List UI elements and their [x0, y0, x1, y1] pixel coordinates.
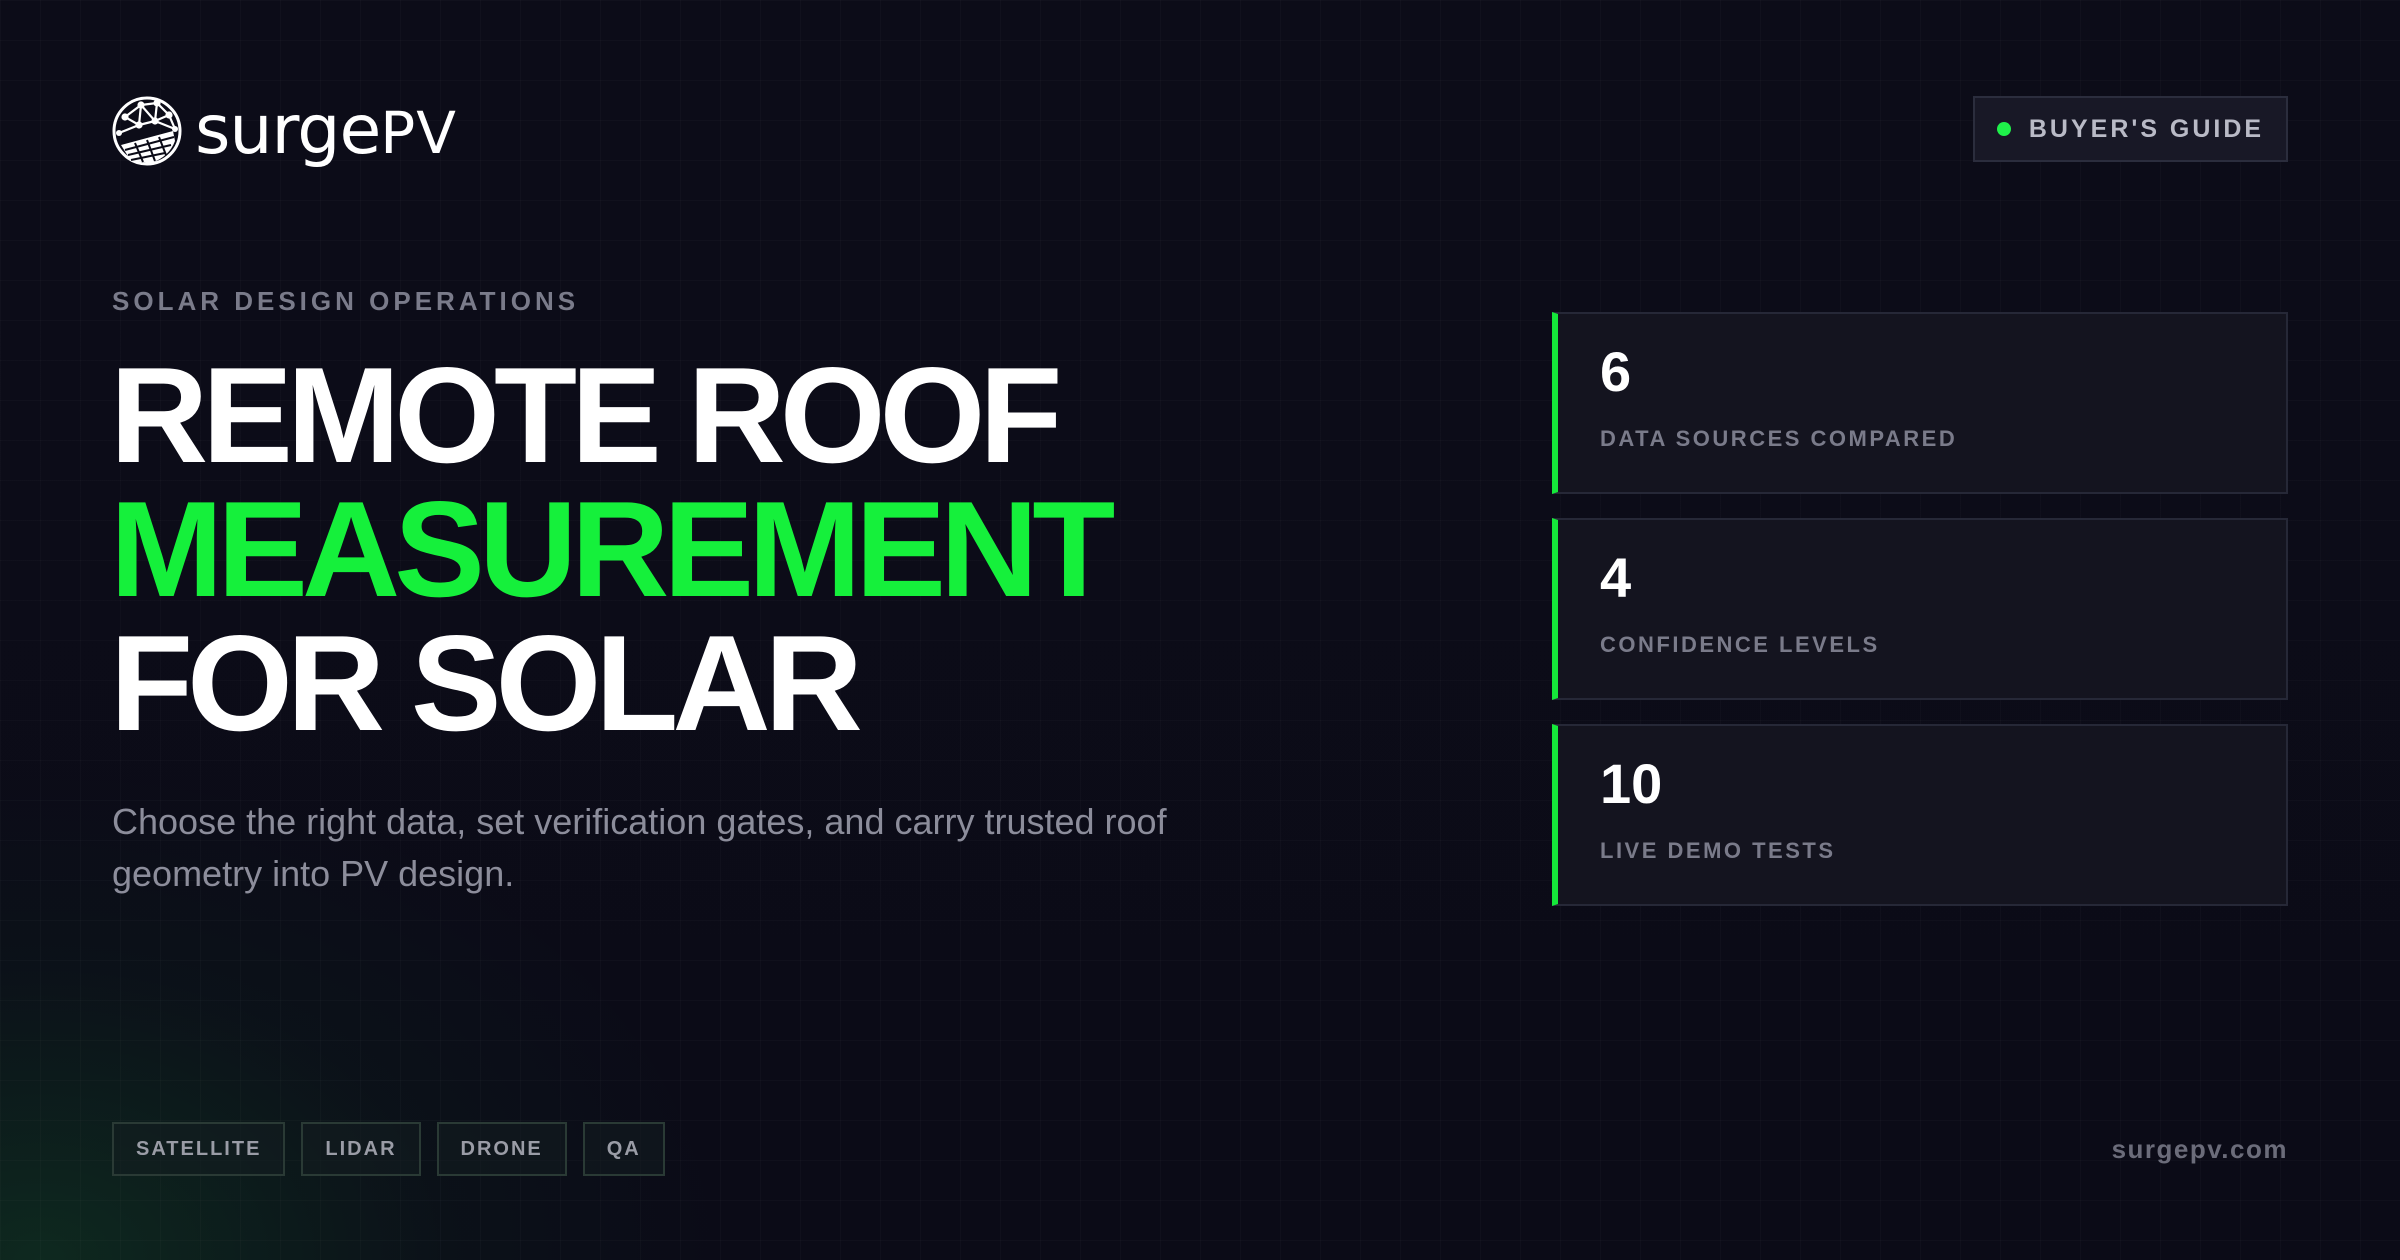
eyebrow-label: SOLAR DESIGN OPERATIONS [112, 286, 580, 316]
brand-name-suffix: PV [380, 99, 457, 167]
tag-lidar: LIDAR [301, 1122, 421, 1176]
buyers-guide-badge: BUYER'S GUIDE [1973, 96, 2288, 162]
subtitle: Choose the right data, set verification … [112, 801, 1167, 894]
stat-card-demo-tests: 10 LIVE DEMO TESTS [1552, 724, 2288, 906]
status-dot-icon [1996, 122, 2011, 136]
tag-drone: DRONE [436, 1122, 567, 1176]
stat-card-confidence-levels: 4 CONFIDENCE LEVELS [1552, 518, 2288, 700]
brand-wordmark: surgePV [195, 97, 457, 165]
page-title: REMOTE ROOF MEASUREMENT FOR SOLAR [110, 339, 1115, 759]
brand-name-prefix: surge [195, 91, 381, 170]
brand-logo[interactable]: surgePV [111, 95, 457, 167]
title-line-2-accent: MEASUREMENT [110, 473, 1115, 625]
stat-value: 4 [1600, 546, 1632, 609]
stat-label: DATA SOURCES COMPARED [1600, 426, 1958, 451]
stat-label: LIVE DEMO TESTS [1600, 838, 1836, 863]
stat-value: 10 [1600, 752, 1663, 815]
site-url[interactable]: surgepv.com [2112, 1134, 2288, 1165]
globe-solar-panel-icon [112, 96, 182, 166]
stats-panel: 6 DATA SOURCES COMPARED 4 CONFIDENCE LEV… [1552, 312, 2288, 930]
badge-label: BUYER'S GUIDE [2028, 114, 2265, 143]
stat-card-data-sources: 6 DATA SOURCES COMPARED [1552, 312, 2288, 494]
tag-qa: QA [582, 1122, 665, 1176]
stat-label: CONFIDENCE LEVELS [1600, 632, 1880, 657]
title-line-1: REMOTE ROOF [110, 339, 1062, 491]
title-line-3: FOR SOLAR [110, 607, 863, 759]
tag-satellite: SATELLITE [112, 1122, 286, 1176]
tag-list: SATELLITE LIDAR DRONE QA [112, 1122, 665, 1176]
stat-value: 6 [1600, 340, 1632, 403]
